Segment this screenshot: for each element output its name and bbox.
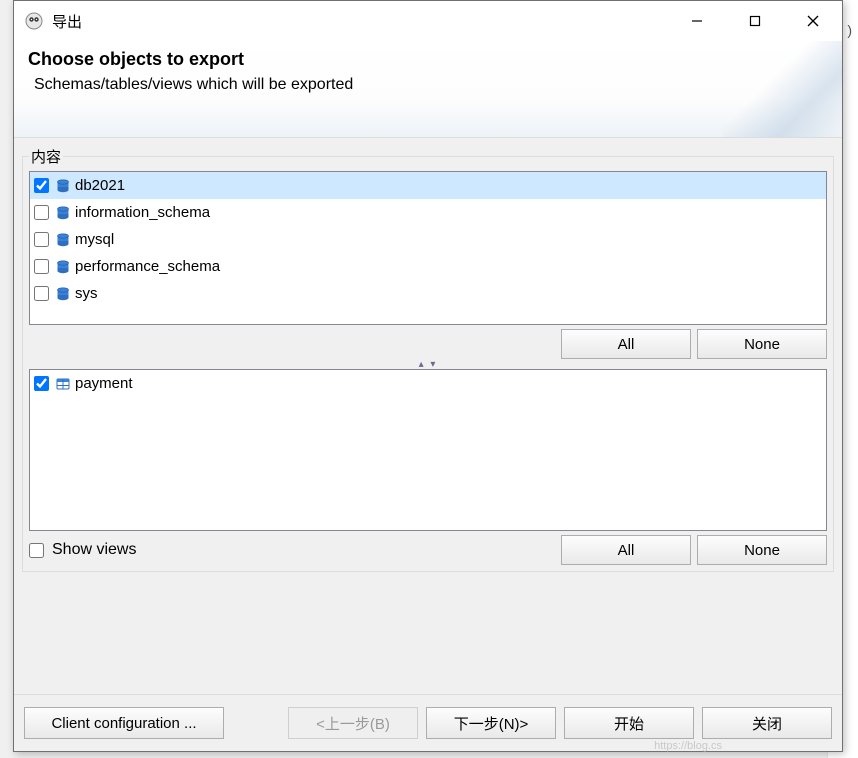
- page-subheading: Schemas/tables/views which will be expor…: [34, 76, 828, 94]
- schemas-all-button[interactable]: All: [561, 329, 691, 359]
- client-config-button[interactable]: Client configuration ...: [24, 707, 224, 739]
- table-name: payment: [75, 375, 133, 392]
- schema-row[interactable]: performance_schema: [30, 253, 826, 280]
- schema-checkbox[interactable]: [34, 259, 49, 274]
- content-group: 内容 db2021 information_schemamysql performa…: [22, 146, 834, 572]
- schemas-button-row: All None: [29, 329, 827, 359]
- group-legend: 内容: [29, 146, 63, 167]
- schema-row[interactable]: mysql: [30, 226, 826, 253]
- table-row[interactable]: payment: [30, 370, 826, 397]
- maximize-button[interactable]: [726, 1, 784, 41]
- schema-name: performance_schema: [75, 258, 220, 275]
- splitter-handle[interactable]: ▴ ▾: [29, 359, 827, 369]
- schema-row[interactable]: information_schema: [30, 199, 826, 226]
- database-icon: [55, 178, 71, 194]
- schema-name: mysql: [75, 231, 114, 248]
- export-dialog: 导出 Choose objects to export Schemas/tabl…: [13, 0, 843, 752]
- schema-row[interactable]: db2021: [30, 172, 826, 199]
- schema-checkbox[interactable]: [34, 286, 49, 301]
- tables-all-button[interactable]: All: [561, 535, 691, 565]
- banner: Choose objects to export Schemas/tables/…: [14, 41, 842, 138]
- schema-name: information_schema: [75, 204, 210, 221]
- app-icon: [24, 11, 44, 31]
- show-views-input[interactable]: [29, 543, 44, 558]
- tables-none-button[interactable]: None: [697, 535, 827, 565]
- tables-button-row: Show views All None: [29, 535, 827, 565]
- table-checkbox[interactable]: [34, 376, 49, 391]
- start-button[interactable]: 开始: [564, 707, 694, 739]
- window-title: 导出: [52, 11, 82, 32]
- close-button[interactable]: [784, 1, 842, 41]
- schemas-list[interactable]: db2021 information_schemamysql performance…: [29, 171, 827, 325]
- content-area: 内容 db2021 information_schemamysql performa…: [14, 138, 842, 694]
- page-heading: Choose objects to export: [28, 49, 828, 70]
- schema-checkbox[interactable]: [34, 232, 49, 247]
- schema-name: db2021: [75, 177, 125, 194]
- next-button[interactable]: 下一步(N)>: [426, 707, 556, 739]
- schema-checkbox[interactable]: [34, 205, 49, 220]
- tables-list[interactable]: payment: [29, 369, 827, 531]
- schemas-none-button[interactable]: None: [697, 329, 827, 359]
- schema-row[interactable]: sys: [30, 280, 826, 307]
- database-icon: [55, 259, 71, 275]
- database-icon: [55, 286, 71, 302]
- schema-name: sys: [75, 285, 98, 302]
- titlebar: 导出: [14, 1, 842, 41]
- table-icon: [55, 376, 71, 392]
- show-views-checkbox[interactable]: Show views: [29, 541, 136, 559]
- database-icon: [55, 205, 71, 221]
- back-button[interactable]: <上一步(B): [288, 707, 418, 739]
- minimize-button[interactable]: [668, 1, 726, 41]
- close-dialog-button[interactable]: 关闭: [702, 707, 832, 739]
- schema-checkbox[interactable]: [34, 178, 49, 193]
- database-icon: [55, 232, 71, 248]
- footer: Client configuration ... <上一步(B) 下一步(N)>…: [14, 694, 842, 751]
- show-views-label: Show views: [52, 541, 136, 559]
